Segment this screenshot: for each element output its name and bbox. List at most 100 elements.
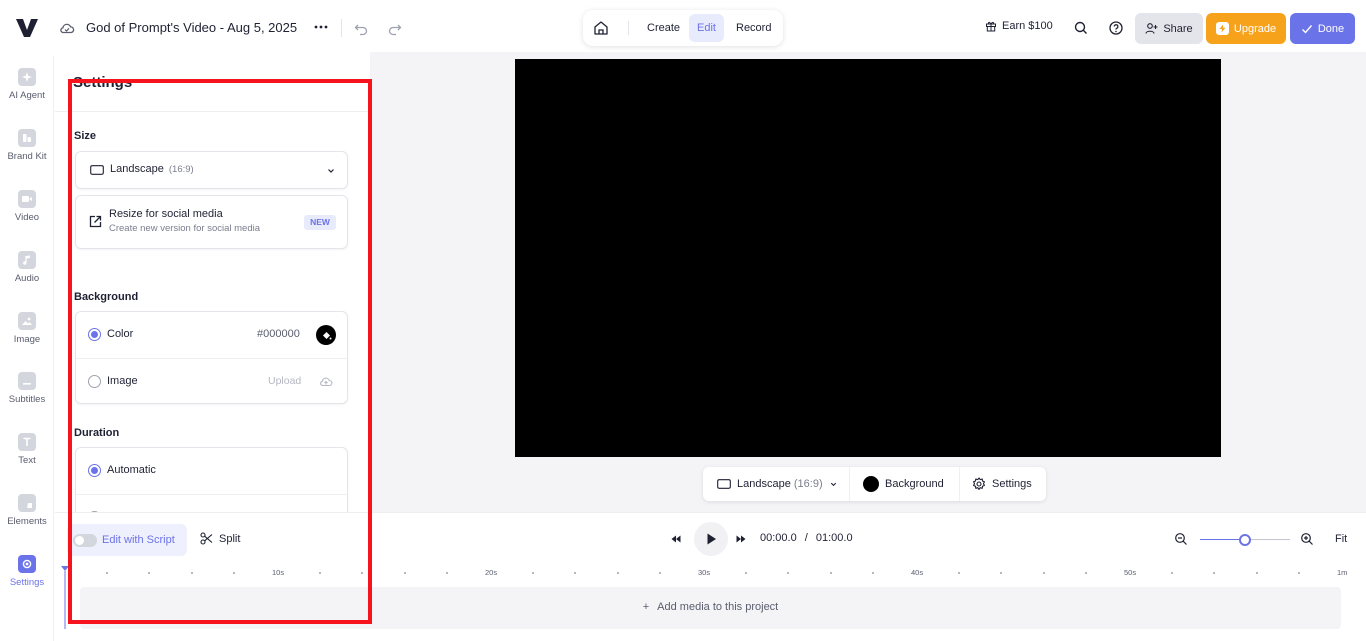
elements-icon: [18, 494, 36, 512]
zoom-controls: Fit: [1174, 530, 1364, 550]
edit-script-toggle[interactable]: [73, 534, 97, 547]
project-title[interactable]: God of Prompt's Video - Aug 5, 2025: [86, 20, 297, 35]
more-options-icon[interactable]: [312, 18, 330, 36]
timeline-area: Edit with Script Split 00:00.0 / 01:00.0: [55, 512, 1366, 641]
video-icon: [18, 190, 36, 208]
edit-script-label: Edit with Script: [102, 534, 175, 546]
mode-record-tab[interactable]: Record: [728, 14, 779, 42]
settings-icon: [18, 555, 36, 573]
ruler-tick: [361, 572, 364, 574]
veed-logo-icon[interactable]: [15, 17, 39, 39]
ruler-tick: [403, 572, 406, 574]
background-color-row[interactable]: Color #000000: [76, 312, 347, 358]
canvas-size-label: Landscape: [737, 478, 791, 490]
duration-automatic-label: Automatic: [107, 464, 156, 476]
size-section-label: Size: [74, 130, 97, 142]
panel-title: Settings: [73, 74, 133, 91]
gift-icon: [986, 21, 996, 32]
share-button[interactable]: Share: [1135, 13, 1203, 44]
help-icon[interactable]: [1108, 20, 1124, 36]
new-badge: NEW: [304, 215, 336, 230]
ruler-tick: [659, 572, 662, 574]
upgrade-button[interactable]: Upgrade: [1206, 13, 1286, 44]
redo-icon[interactable]: [387, 20, 403, 36]
canvas-background-button[interactable]: Background: [863, 467, 944, 501]
sidebar-item-image[interactable]: Image: [0, 312, 54, 345]
timeline-ruler[interactable]: 10s 20s 30s 40s 50s 1m: [65, 566, 1347, 582]
media-track[interactable]: + Add media to this project: [80, 587, 1341, 629]
sidebar-item-text[interactable]: Text: [0, 433, 54, 466]
mode-create-tab[interactable]: Create: [639, 14, 688, 42]
ruler-tick: [1042, 572, 1045, 574]
zoom-out-icon[interactable]: [1174, 532, 1188, 546]
canvas-settings-button[interactable]: Settings: [972, 467, 1032, 501]
size-dropdown[interactable]: Landscape (16:9): [75, 151, 348, 189]
sidebar-item-ai-agent[interactable]: AI Agent: [0, 68, 54, 101]
done-button[interactable]: Done: [1290, 13, 1355, 44]
current-time: 00:00.0: [760, 532, 797, 544]
divider: [628, 21, 629, 35]
search-icon[interactable]: [1073, 20, 1089, 36]
undo-icon[interactable]: [353, 20, 369, 36]
sidebar-item-label: Subtitles: [8, 394, 46, 405]
duration-options: Automatic: [75, 447, 348, 512]
cloud-upload-icon[interactable]: [319, 375, 333, 387]
upgrade-label: Upgrade: [1233, 22, 1277, 35]
brand-kit-icon: [18, 129, 36, 147]
ruler-tick: [829, 572, 832, 574]
duration-automatic-radio[interactable]: [88, 464, 101, 477]
mode-edit-tab[interactable]: Edit: [689, 14, 724, 42]
ruler-tick: [531, 572, 534, 574]
play-button[interactable]: [694, 522, 728, 556]
ruler-tick: [446, 572, 449, 574]
earn-button[interactable]: Earn $100: [985, 20, 1053, 32]
zoom-in-icon[interactable]: [1300, 532, 1314, 546]
background-swatch: [863, 476, 879, 492]
add-media-label: + Add media to this project: [642, 601, 779, 613]
ruler-tick: [616, 572, 619, 574]
ruler-tick: [1000, 572, 1003, 574]
size-selected-label: Landscape: [110, 163, 164, 175]
sidebar-item-settings[interactable]: Settings: [0, 555, 54, 588]
done-label: Done: [1317, 22, 1345, 35]
background-color-label: Color: [107, 328, 134, 340]
video-preview[interactable]: [515, 59, 1221, 457]
background-color-radio[interactable]: [88, 328, 101, 341]
chevron-down-icon: [830, 482, 836, 486]
playhead-icon[interactable]: [60, 565, 70, 629]
color-picker-button[interactable]: [316, 325, 336, 345]
ruler-label: 10s: [272, 568, 285, 577]
split-button[interactable]: Split: [200, 532, 240, 545]
sidebar-item-video[interactable]: Video: [0, 190, 54, 223]
sidebar-item-label: Image: [13, 334, 41, 345]
upload-link[interactable]: Upload: [268, 375, 301, 387]
fit-button[interactable]: Fit: [1335, 533, 1347, 545]
background-color-value[interactable]: #000000: [257, 328, 300, 340]
duration-fixed-row[interactable]: [76, 494, 347, 512]
sidebar-item-label: AI Agent: [9, 90, 45, 101]
sidebar-item-elements[interactable]: Elements: [0, 494, 54, 527]
canvas-size-dropdown[interactable]: Landscape (16:9): [717, 467, 838, 501]
edit-with-script-button[interactable]: Edit with Script: [67, 524, 187, 556]
home-icon[interactable]: [592, 19, 610, 37]
sidebar-item-label: Video: [14, 212, 40, 223]
ruler-label: 20s: [485, 568, 498, 577]
ruler-tick: [148, 572, 151, 574]
rewind-icon[interactable]: [670, 533, 682, 545]
resize-social-card[interactable]: Resize for social media Create new versi…: [75, 195, 348, 249]
resize-title: Resize for social media: [109, 208, 223, 220]
ruler-tick: [318, 572, 321, 574]
ruler-tick: [744, 572, 747, 574]
canvas-area: Landscape (16:9) Background Settings: [370, 52, 1366, 512]
background-image-row[interactable]: Image Upload: [76, 358, 347, 404]
sidebar-item-brand-kit[interactable]: Brand Kit: [0, 129, 54, 162]
fast-forward-icon[interactable]: [735, 533, 747, 545]
duration-automatic-row[interactable]: Automatic: [76, 448, 347, 494]
resize-subtitle: Create new version for social media: [109, 223, 261, 234]
background-image-radio[interactable]: [88, 375, 101, 388]
lightning-icon: [1215, 22, 1229, 35]
zoom-slider-handle[interactable]: [1239, 534, 1251, 546]
chevron-down-icon: [328, 169, 334, 173]
sidebar-item-audio[interactable]: Audio: [0, 251, 54, 284]
sidebar-item-subtitles[interactable]: Subtitles: [0, 372, 54, 405]
